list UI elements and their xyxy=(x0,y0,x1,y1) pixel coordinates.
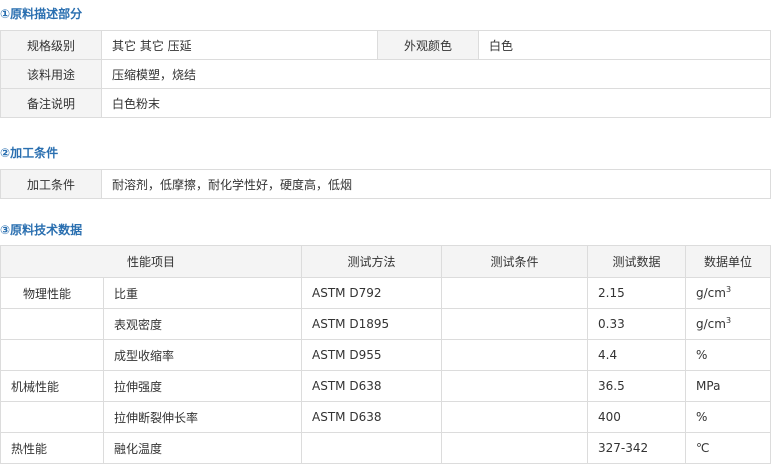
unit-superscript: 3 xyxy=(725,285,732,294)
unit-text: g/cm xyxy=(696,286,726,300)
appearance-label: 外观颜色 xyxy=(377,30,479,60)
item-cell: 成型收缩率 xyxy=(102,339,303,371)
processing-value: 耐溶剂，低摩擦，耐化学性好，硬度高，低烟 xyxy=(101,169,771,199)
table-row: 表观密度 ASTM D1895 0.33 g/cm3 xyxy=(0,308,771,340)
table-row: 备注说明 白色粉末 xyxy=(0,88,771,118)
method-cell: ASTM D792 xyxy=(301,277,443,309)
table-row: 该料用途 压缩模塑，烧结 xyxy=(0,59,771,89)
section-title-tech-data: ③原料技术数据 xyxy=(0,223,83,237)
grade-value: 其它 其它 压延 xyxy=(101,30,378,60)
method-cell: ASTM D955 xyxy=(301,339,443,371)
header-item: 性能项目 xyxy=(0,245,303,278)
header-condition: 测试条件 xyxy=(441,245,589,278)
remark-label: 备注说明 xyxy=(0,88,102,118)
method-cell xyxy=(301,432,443,464)
condition-cell xyxy=(441,277,589,309)
item-cell: 表观密度 xyxy=(102,308,303,340)
item-cell: 拉伸强度 xyxy=(102,370,303,402)
table-row: 物理性能 比重 ASTM D792 2.15 g/cm3 xyxy=(0,277,771,309)
condition-cell xyxy=(441,339,589,371)
table-row: 规格级别 其它 其它 压延 外观颜色 白色 xyxy=(0,30,771,60)
unit-cell: g/cm3 xyxy=(685,308,771,340)
table-row: 机械性能 拉伸强度 ASTM D638 36.5 MPa xyxy=(0,370,771,402)
category-cell: 物理性能 xyxy=(0,277,104,309)
unit-cell: ℃ xyxy=(685,432,771,464)
header-unit: 数据单位 xyxy=(685,245,771,278)
usage-label: 该料用途 xyxy=(0,59,102,89)
item-cell: 比重 xyxy=(102,277,303,309)
item-cell: 拉伸断裂伸长率 xyxy=(102,401,303,433)
table-row: 拉伸断裂伸长率 ASTM D638 400 % xyxy=(0,401,771,433)
item-cell: 融化温度 xyxy=(102,432,303,464)
table-row: 热性能 融化温度 327-342 ℃ xyxy=(0,432,771,464)
condition-cell xyxy=(441,370,589,402)
unit-cell: % xyxy=(685,339,771,371)
category-cell xyxy=(0,339,104,371)
unit-cell: % xyxy=(685,401,771,433)
category-cell xyxy=(0,308,104,340)
data-cell: 327-342 xyxy=(587,432,687,464)
processing-table: 加工条件 耐溶剂，低摩擦，耐化学性好，硬度高，低烟 xyxy=(0,169,771,199)
data-cell: 0.33 xyxy=(587,308,687,340)
method-cell: ASTM D638 xyxy=(301,370,443,402)
condition-cell xyxy=(441,401,589,433)
appearance-value: 白色 xyxy=(478,30,771,60)
data-cell: 36.5 xyxy=(587,370,687,402)
unit-cell: g/cm3 xyxy=(685,277,771,309)
grade-label: 规格级别 xyxy=(0,30,102,60)
unit-superscript: 3 xyxy=(725,316,732,325)
unit-text: g/cm xyxy=(696,317,726,331)
tech-data-table: 性能项目 测试方法 测试条件 测试数据 数据单位 物理性能 比重 ASTM D7… xyxy=(0,245,771,464)
table-row: 成型收缩率 ASTM D955 4.4 % xyxy=(0,339,771,371)
unit-cell: MPa xyxy=(685,370,771,402)
header-data: 测试数据 xyxy=(587,245,687,278)
section-title-processing: ②加工条件 xyxy=(0,146,59,160)
method-cell: ASTM D1895 xyxy=(301,308,443,340)
category-cell xyxy=(0,401,104,433)
usage-value: 压缩模塑，烧结 xyxy=(101,59,771,89)
data-cell: 2.15 xyxy=(587,277,687,309)
condition-cell xyxy=(441,308,589,340)
section-title-description: ①原料描述部分 xyxy=(0,7,83,21)
header-method: 测试方法 xyxy=(301,245,443,278)
data-cell: 400 xyxy=(587,401,687,433)
data-cell: 4.4 xyxy=(587,339,687,371)
processing-label: 加工条件 xyxy=(0,169,102,199)
table-row: 加工条件 耐溶剂，低摩擦，耐化学性好，硬度高，低烟 xyxy=(0,169,771,199)
category-cell: 机械性能 xyxy=(0,370,104,402)
category-cell: 热性能 xyxy=(0,432,104,464)
remark-value: 白色粉末 xyxy=(101,88,771,118)
description-table: 规格级别 其它 其它 压延 外观颜色 白色 该料用途 压缩模塑，烧结 备注说明 … xyxy=(0,30,771,118)
table-header-row: 性能项目 测试方法 测试条件 测试数据 数据单位 xyxy=(0,245,771,278)
method-cell: ASTM D638 xyxy=(301,401,443,433)
condition-cell xyxy=(441,432,589,464)
